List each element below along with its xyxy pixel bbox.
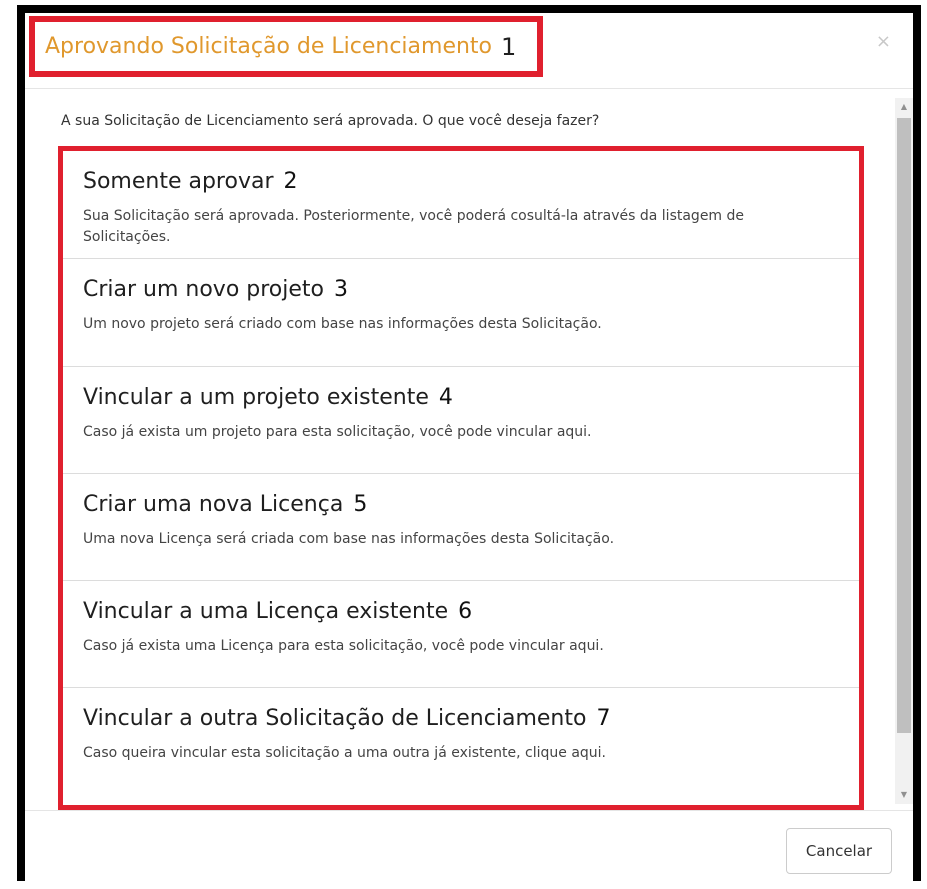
cancel-button[interactable]: Cancelar [786, 828, 892, 874]
option-annotation-number: 2 [283, 169, 298, 194]
scroll-down-arrow-icon[interactable]: ▼ [895, 786, 913, 804]
option-title: Vincular a um projeto existente 4 [83, 385, 453, 410]
title-highlight-box: Aprovando Solicitação de Licenciamento 1 [29, 16, 543, 77]
option-vincular-projeto-existente[interactable]: Vincular a um projeto existente 4 Caso já… [63, 367, 859, 474]
modal-dialog: Aprovando Solicitação de Licenciamento 1… [17, 5, 921, 889]
option-annotation-number: 4 [438, 385, 453, 410]
option-description: Sua Solicitação será aprovada. Posterior… [83, 208, 745, 245]
scroll-up-arrow-icon[interactable]: ▲ [895, 98, 913, 116]
option-annotation-number: 3 [334, 277, 349, 302]
option-title: Criar uma nova Licença 5 [83, 492, 368, 517]
modal-footer: Cancelar [25, 810, 913, 889]
option-annotation-number: 5 [353, 492, 368, 517]
option-description: Uma nova Licença será criada com base na… [83, 531, 615, 547]
option-criar-novo-projeto[interactable]: Criar um novo projeto 3 Um novo projeto s… [63, 259, 859, 367]
close-icon[interactable]: × [876, 33, 891, 51]
title-annotation-number: 1 [501, 32, 517, 61]
vertical-scrollbar[interactable]: ▲ ▼ [895, 98, 913, 804]
modal-header: Aprovando Solicitação de Licenciamento 1… [25, 13, 913, 89]
option-description: Caso queira vincular esta solicitação a … [83, 745, 607, 761]
option-description: Caso já exista uma Licença para esta sol… [83, 638, 604, 654]
option-criar-nova-licenca[interactable]: Criar uma nova Licença 5 Uma nova Licença… [63, 474, 859, 581]
option-annotation-number: 6 [458, 599, 473, 624]
modal-title: Aprovando Solicitação de Licenciamento [45, 34, 493, 59]
option-title: Criar um novo projeto 3 [83, 277, 349, 302]
modal-body: A sua Solicitação de Licenciamento será … [25, 90, 913, 810]
option-description: Caso já exista um projeto para esta soli… [83, 424, 592, 440]
option-vincular-outra-solicitacao[interactable]: Vincular a outra Solicitação de Licencia… [63, 688, 859, 805]
option-title: Vincular a uma Licença existente 6 [83, 599, 473, 624]
options-highlight-box: Somente aprovar 2 Sua Solicitação será ap… [58, 146, 864, 810]
option-annotation-number: 7 [596, 706, 611, 731]
option-title: Somente aprovar 2 [83, 169, 298, 194]
option-vincular-licenca-existente[interactable]: Vincular a uma Licença existente 6 Caso j… [63, 581, 859, 688]
intro-text: A sua Solicitação de Licenciamento será … [61, 113, 600, 129]
option-description: Um novo projeto será criado com base nas… [83, 316, 602, 332]
option-somente-aprovar[interactable]: Somente aprovar 2 Sua Solicitação será ap… [63, 151, 859, 259]
scrollbar-thumb[interactable] [897, 118, 911, 733]
option-title: Vincular a outra Solicitação de Licencia… [83, 706, 611, 731]
